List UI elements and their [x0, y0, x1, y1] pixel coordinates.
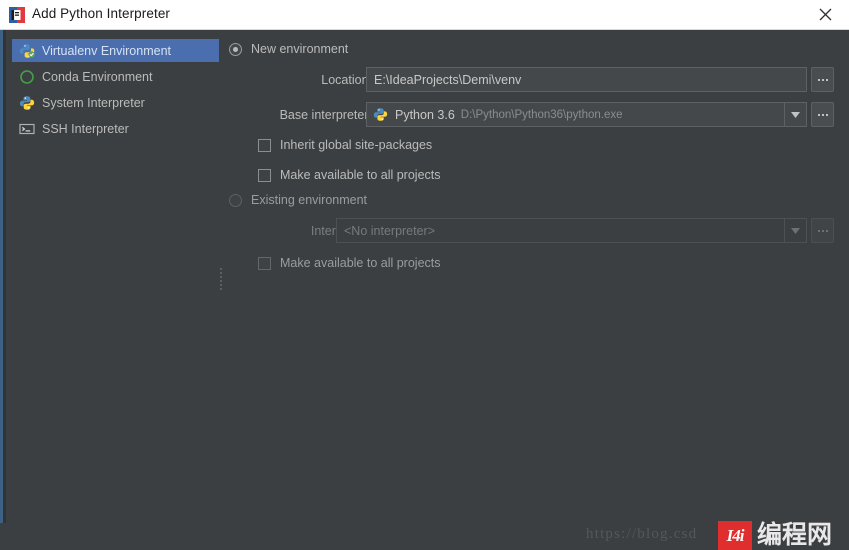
title-bar: Add Python Interpreter [0, 0, 849, 30]
sidebar-item-label: Virtualenv Environment [42, 43, 172, 58]
base-interpreter-label: Base interpreter: [279, 108, 372, 122]
radio-label: Existing environment [251, 193, 368, 207]
interpreter-browse-button[interactable] [811, 218, 834, 243]
close-button[interactable] [803, 0, 849, 29]
radio-new-environment[interactable]: New environment [229, 42, 348, 56]
ellipsis-icon [817, 229, 828, 232]
sidebar-item-virtualenv-environment[interactable]: Virtualenv Environment [12, 39, 219, 62]
sidebar-item-conda-environment[interactable]: Conda Environment [12, 65, 219, 88]
environment-settings-panel: New environment Location: E:\IdeaProject… [222, 30, 849, 523]
base-interpreter-path: D:\Python\Python36\python.exe [460, 108, 623, 121]
python-icon [19, 95, 35, 111]
base-interpreter-browse-button[interactable] [811, 102, 834, 127]
window-title: Add Python Interpreter [32, 6, 171, 21]
chevron-down-icon[interactable] [784, 103, 806, 126]
checkbox-indicator [258, 168, 271, 182]
watermark-site-name: 编程网 [757, 521, 833, 549]
radio-indicator [229, 42, 242, 56]
location-value: E:\IdeaProjects\Demi\venv [374, 72, 522, 87]
interpreter-combobox[interactable]: <No interpreter> [336, 218, 807, 243]
environment-type-list: Virtualenv Environment Conda Environment [6, 30, 219, 523]
virtualenv-icon [19, 43, 35, 59]
conda-icon [19, 69, 35, 85]
sidebar-item-ssh-interpreter[interactable]: SSH Interpreter [12, 117, 219, 140]
python-icon [373, 107, 388, 122]
location-browse-button[interactable] [811, 67, 834, 92]
interpreter-value: <No interpreter> [344, 223, 436, 238]
pycharm-icon [9, 7, 25, 23]
location-input[interactable]: E:\IdeaProjects\Demi\venv [366, 67, 807, 92]
ssh-terminal-icon [19, 121, 35, 137]
ellipsis-icon [817, 113, 828, 116]
checkbox-make-available-all-projects-new[interactable]: Make available to all projects [258, 168, 441, 182]
dialog-content: Virtualenv Environment Conda Environment [0, 30, 849, 550]
checkbox-label: Inherit global site-packages [280, 138, 433, 152]
checkbox-indicator [258, 256, 271, 270]
radio-existing-environment[interactable]: Existing environment [229, 193, 367, 207]
watermark-logo: I4i [718, 521, 752, 550]
watermark-url: https://blog.csd [586, 526, 698, 542]
checkbox-label: Make available to all projects [280, 256, 441, 270]
radio-indicator [229, 193, 242, 207]
checkbox-indicator [258, 138, 271, 152]
ellipsis-icon [817, 78, 828, 81]
checkbox-make-available-all-projects-existing[interactable]: Make available to all projects [258, 256, 441, 270]
chevron-down-icon[interactable] [784, 219, 806, 242]
add-python-interpreter-dialog: Add Python Interpreter Virtualenv Enviro… [0, 0, 849, 550]
base-interpreter-value: Python 3.6 [395, 107, 455, 122]
sidebar-item-system-interpreter[interactable]: System Interpreter [12, 91, 219, 114]
radio-label: New environment [251, 42, 349, 56]
sidebar-item-label: System Interpreter [42, 95, 145, 110]
checkbox-label: Make available to all projects [280, 168, 441, 182]
checkbox-inherit-global-site-packages[interactable]: Inherit global site-packages [258, 138, 432, 152]
sidebar-item-label: Conda Environment [42, 69, 153, 84]
sidebar-item-label: SSH Interpreter [42, 121, 129, 136]
base-interpreter-combobox[interactable]: Python 3.6 D:\Python\Python36\python.exe [366, 102, 807, 127]
location-label: Location: [321, 73, 372, 87]
